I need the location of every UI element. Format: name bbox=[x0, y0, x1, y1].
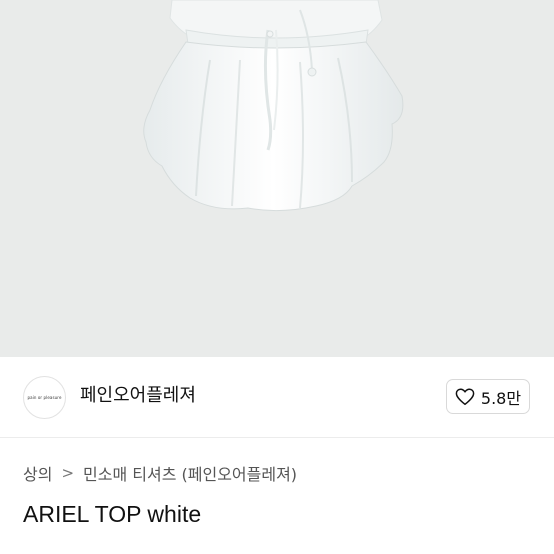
product-photo bbox=[143, 0, 404, 212]
seller-name[interactable]: 페인오어플레져 bbox=[80, 384, 196, 408]
divider bbox=[0, 437, 554, 438]
breadcrumb-category[interactable]: 상의 bbox=[23, 461, 52, 485]
like-count: 5.8만 bbox=[480, 388, 522, 408]
chevron-right-icon: > bbox=[61, 464, 75, 482]
product-image[interactable] bbox=[0, 0, 554, 357]
breadcrumb: 상의 > 민소매 티셔츠 (페인오어플레져) bbox=[23, 461, 297, 485]
like-button[interactable]: 5.8만 bbox=[446, 379, 530, 414]
seller-row: pain or pleasure 페인오어플레져 5.8만 bbox=[0, 357, 554, 437]
product-title: ARIEL TOP white bbox=[23, 501, 202, 527]
seller-logo-text: pain or pleasure bbox=[27, 395, 62, 400]
heart-outline-icon bbox=[455, 387, 475, 405]
seller-logo[interactable]: pain or pleasure bbox=[23, 376, 66, 419]
breadcrumb-subcategory[interactable]: 민소매 티셔츠 (페인오어플레져) bbox=[83, 461, 297, 485]
